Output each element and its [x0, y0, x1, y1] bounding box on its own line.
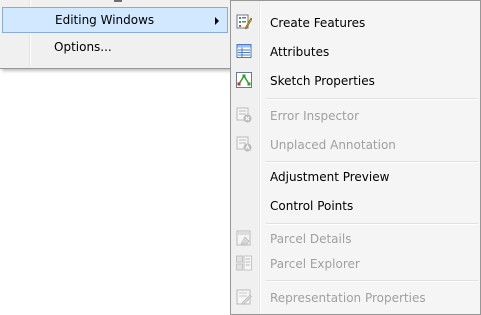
sketch-properties-icon [236, 72, 252, 88]
parcel-details-icon [236, 230, 252, 246]
menu-item-create-features[interactable]: Create Features [231, 10, 480, 36]
menu-item-options[interactable]: Options... [2, 35, 228, 61]
menu-item-representation-properties[interactable]: Representation Properties [231, 285, 480, 311]
menu-item-sketch-properties[interactable]: Sketch Properties [231, 68, 480, 94]
menu-item-parcel-explorer[interactable]: Parcel Explorer [231, 251, 480, 277]
menu-item-label: Unplaced Annotation [270, 138, 396, 152]
unplaced-annotation-icon [236, 136, 252, 152]
menu-item-error-inspector[interactable]: Error Inspector [231, 103, 480, 129]
menu-item-label: Error Inspector [270, 109, 360, 123]
menu-item-label: Attributes [270, 45, 330, 59]
menu-separator [266, 98, 478, 100]
menu-item-unplaced-annotation[interactable]: Unplaced Annotation [231, 132, 480, 158]
submenu-arrow-icon [215, 17, 219, 25]
menu-item-editing-windows[interactable]: Editing Windows [2, 7, 228, 33]
menu-item-label: Representation Properties [270, 291, 426, 305]
parcel-explorer-icon [236, 255, 252, 271]
menu-item-label: Create Features [270, 16, 366, 30]
menu-separator [266, 161, 478, 163]
parent-context-menu: Editing Windows Options... [0, 0, 232, 69]
error-inspector-icon [236, 107, 252, 123]
menu-item-label: Control Points [270, 199, 354, 213]
menu-item-label: Options... [54, 40, 112, 54]
menu-separator [266, 280, 478, 282]
menu-item-label: Sketch Properties [270, 74, 375, 88]
menu-item-attributes[interactable]: Attributes [231, 39, 480, 65]
menu-item-label: Parcel Explorer [270, 257, 360, 271]
attributes-icon [236, 43, 252, 59]
menu-item-parcel-details[interactable]: Parcel Details [231, 226, 480, 252]
menu-item-adjustment-preview[interactable]: Adjustment Preview [231, 164, 480, 190]
menu-item-label: Parcel Details [270, 232, 352, 246]
create-features-icon [236, 14, 253, 30]
menu-item-label: Editing Windows [55, 13, 155, 27]
editing-windows-submenu: Create Features Attributes Sketch Proper… [230, 0, 481, 315]
menu-item-label: Adjustment Preview [270, 170, 390, 184]
menu-item-control-points[interactable]: Control Points [231, 193, 480, 219]
representation-properties-icon [236, 289, 252, 305]
menu-separator [114, 0, 122, 2]
menu-separator [266, 223, 478, 225]
